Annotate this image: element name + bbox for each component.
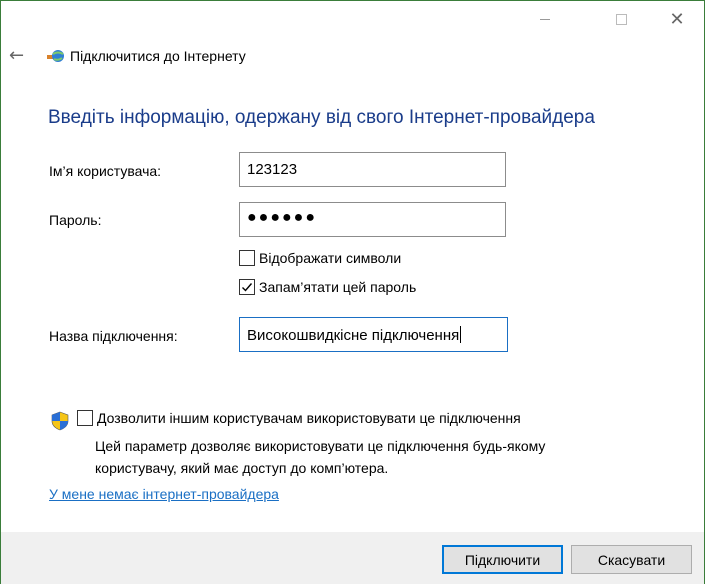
text-caret [460, 326, 462, 343]
username-field[interactable]: 123123 [239, 152, 506, 187]
maximize-button[interactable] [598, 1, 644, 37]
sharing-description-line-1: Цей параметр дозволяє використовувати це… [95, 438, 546, 454]
network-globe-icon [47, 50, 64, 62]
connection-name-value: Високошвидкісне підключення [247, 327, 460, 344]
password-field[interactable]: ●●●●●● [239, 202, 506, 237]
remember-password-label: Запам’ятати цей пароль [259, 279, 417, 295]
close-icon: ✕ [669, 8, 685, 30]
show-characters-row[interactable]: Відображати символи [239, 250, 401, 266]
username-value: 123123 [247, 161, 298, 178]
minimize-icon [540, 18, 550, 20]
minimize-button[interactable] [522, 1, 568, 37]
allow-others-checkbox[interactable] [77, 410, 93, 426]
username-label: Ім’я користувача: [49, 163, 162, 179]
dialog-window: ✕ ← Підключитися до Інтернету Введіть ін… [0, 0, 705, 584]
connection-name-label: Назва підключення: [49, 328, 178, 344]
window-title: Підключитися до Інтернету [70, 48, 246, 64]
password-label: Пароль: [49, 212, 102, 228]
show-characters-checkbox[interactable] [239, 250, 255, 266]
maximize-icon [615, 13, 627, 25]
remember-password-checkbox[interactable] [239, 279, 255, 295]
sharing-description: Цей параметр дозволяє використовувати це… [95, 435, 615, 479]
allow-others-label: Дозволити іншим користувачам використову… [97, 410, 521, 426]
connection-name-field[interactable]: Високошвидкісне підключення [239, 317, 508, 352]
password-masked-value: ●●●●●● [247, 209, 317, 226]
remember-password-row[interactable]: Запам’ятати цей пароль [239, 279, 416, 295]
back-arrow-icon[interactable]: ← [9, 45, 24, 66]
connect-button[interactable]: Підключити [442, 545, 563, 574]
cancel-button[interactable]: Скасувати [571, 545, 692, 574]
no-isp-link[interactable]: У мене немає інтернет-провайдера [49, 486, 279, 502]
allow-others-row[interactable]: Дозволити іншим користувачам використову… [77, 410, 521, 426]
uac-shield-icon [51, 411, 69, 431]
checkmark-icon [242, 283, 253, 292]
show-characters-label: Відображати символи [259, 250, 402, 266]
close-button[interactable]: ✕ [654, 1, 700, 37]
sharing-description-line-2: користувачу, який має доступ до комп’юте… [95, 460, 389, 476]
page-heading: Введіть інформацію, одержану від свого І… [48, 107, 595, 128]
